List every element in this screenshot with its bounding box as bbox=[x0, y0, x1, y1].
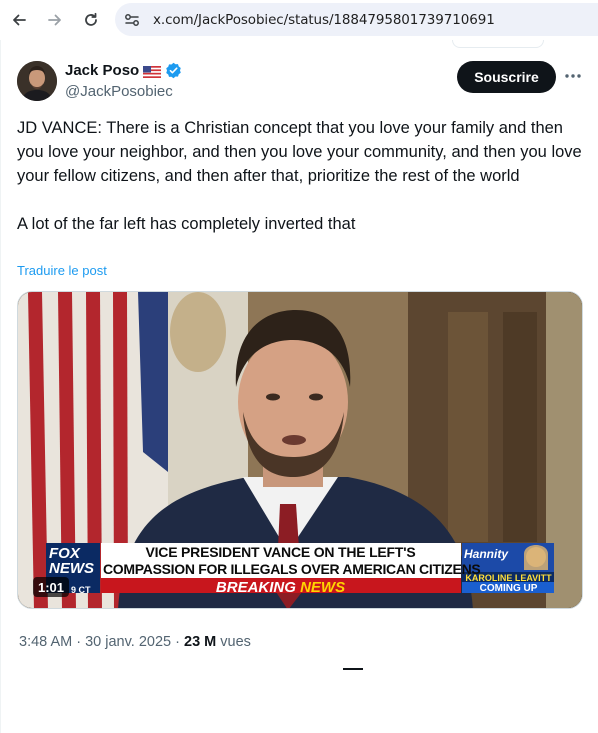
reload-icon[interactable] bbox=[80, 9, 102, 31]
tweet-paragraph-2: A lot of the far left has completely inv… bbox=[17, 215, 356, 233]
timezone-label: 9 CT bbox=[71, 585, 91, 595]
address-bar[interactable]: x.com/JackPosobiec/status/18847958017397… bbox=[115, 3, 598, 36]
scrolled-header-edge bbox=[452, 40, 544, 48]
video-duration-badge: 1:01 bbox=[33, 577, 70, 597]
breaking-news-banner: BREAKING NEWS bbox=[103, 579, 458, 596]
back-arrow-icon[interactable] bbox=[8, 9, 30, 31]
tweet-date[interactable]: 30 janv. 2025 bbox=[85, 634, 171, 650]
url-text[interactable]: x.com/JackPosobiec/status/18847958017397… bbox=[153, 12, 495, 28]
tweet-time[interactable]: 3:48 AM bbox=[19, 634, 72, 650]
author-display-name[interactable]: Jack Poso bbox=[65, 62, 139, 79]
author-handle[interactable]: @JackPosobiec bbox=[65, 83, 173, 100]
chyron-headline-line-1: VICE PRESIDENT VANCE ON THE LEFT'S bbox=[145, 544, 416, 560]
coming-up-label: COMING UP bbox=[479, 583, 538, 594]
translate-post-link[interactable]: Traduire le post bbox=[17, 263, 107, 278]
site-settings-icon[interactable] bbox=[123, 11, 141, 29]
verified-badge-icon[interactable] bbox=[165, 62, 182, 79]
cursor-dash bbox=[343, 668, 363, 670]
breaking-word: BREAKING bbox=[215, 579, 296, 596]
network-logo: FOX NEWS bbox=[49, 545, 94, 577]
author-name[interactable]: Jack Poso bbox=[65, 62, 182, 79]
tweet-paragraph-1: JD VANCE: There is a Christian concept t… bbox=[17, 119, 582, 185]
more-horizontal-icon[interactable] bbox=[563, 66, 583, 86]
news-word: NEWS bbox=[300, 579, 346, 596]
up-next-name: KAROLINE LEAVITT bbox=[465, 573, 552, 583]
avatar[interactable] bbox=[17, 61, 57, 101]
us-flag-icon bbox=[143, 65, 162, 78]
tweet-text: JD VANCE: There is a Christian concept t… bbox=[17, 116, 582, 236]
views-label: vues bbox=[220, 634, 251, 650]
meta-separator: · bbox=[76, 634, 82, 650]
subscribe-button[interactable]: Souscrire bbox=[457, 61, 556, 93]
meta-separator: · bbox=[175, 634, 180, 650]
show-name: Hannity bbox=[464, 547, 509, 561]
chyron-headline-line-2: COMPASSION FOR ILLEGALS OVER AMERICAN CI… bbox=[103, 561, 481, 577]
forward-arrow-icon[interactable] bbox=[44, 9, 66, 31]
tweet-meta: 3:48 AM · 30 janv. 2025 · 23 M vues bbox=[19, 634, 251, 650]
views-count: 23 M bbox=[184, 634, 217, 650]
browser-toolbar: x.com/JackPosobiec/status/18847958017397… bbox=[0, 0, 598, 40]
